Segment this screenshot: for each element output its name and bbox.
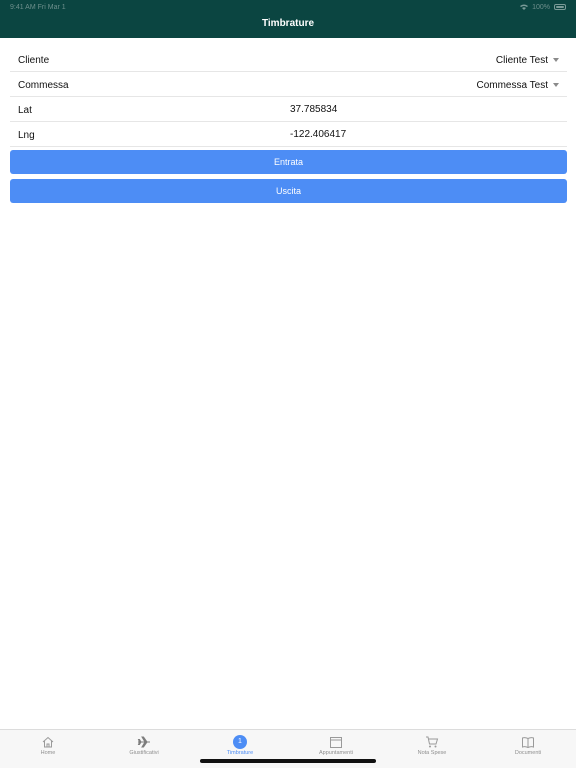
cart-icon: [426, 736, 439, 748]
tab-label: Nota Spese: [417, 750, 447, 756]
lng-row: Lng -122.406417: [10, 122, 567, 147]
tab-home[interactable]: Home: [0, 730, 96, 768]
chevron-down-icon: [553, 57, 559, 62]
navigation-bar: 9:41 AM Fri Mar 1 100% Timbrature: [0, 0, 576, 38]
entrata-button[interactable]: Entrata: [10, 150, 567, 174]
tab-giustificativi[interactable]: Giustificativi: [96, 730, 192, 768]
lng-label: Lng: [18, 130, 35, 141]
tab-label: Home: [40, 750, 56, 756]
tab-label: Giustificativi: [129, 750, 159, 756]
battery-percent: 100%: [532, 3, 550, 11]
battery-icon: [554, 4, 566, 10]
lat-row: Lat 37.785834: [10, 97, 567, 122]
wifi-icon: [520, 4, 529, 10]
tab-label: Documenti: [514, 750, 542, 756]
timbrature-form: Cliente Cliente Test Commessa Commessa T…: [10, 47, 567, 147]
clock-badge-icon: 1: [233, 735, 247, 749]
cliente-label: Cliente: [18, 55, 50, 66]
tab-label: Appuntamenti: [319, 750, 353, 756]
status-time: 9:41 AM: [10, 3, 36, 11]
calendar-icon: [330, 737, 342, 748]
commessa-value: Commessa Test: [476, 80, 548, 91]
lat-label: Lat: [18, 105, 32, 116]
app-screen: 9:41 AM Fri Mar 1 100% Timbrature Client…: [0, 0, 576, 768]
page-title: Timbrature: [261, 18, 315, 29]
cliente-select[interactable]: Cliente Test: [496, 55, 559, 66]
home-indicator[interactable]: [200, 759, 376, 763]
tab-documenti[interactable]: Documenti: [480, 730, 576, 768]
tab-nota-spese[interactable]: Nota Spese: [384, 730, 480, 768]
uscita-button[interactable]: Uscita: [10, 179, 567, 203]
cliente-value: Cliente Test: [495, 55, 548, 66]
airplane-icon: [137, 736, 150, 748]
commessa-row[interactable]: Commessa Commessa Test: [10, 72, 567, 97]
lng-value: -122.406417: [290, 129, 347, 140]
chevron-down-icon: [553, 82, 559, 87]
status-date: Fri Mar 1: [37, 3, 66, 11]
lat-value: 37.785834: [290, 104, 338, 115]
status-bar: 9:41 AM Fri Mar 1 100%: [10, 2, 566, 12]
cliente-row[interactable]: Cliente Cliente Test: [10, 47, 567, 72]
home-icon: [42, 736, 54, 748]
commessa-label: Commessa: [18, 80, 69, 91]
commessa-select[interactable]: Commessa Test: [476, 80, 559, 91]
book-icon: [522, 737, 534, 749]
tab-label: Timbrature: [226, 750, 254, 756]
